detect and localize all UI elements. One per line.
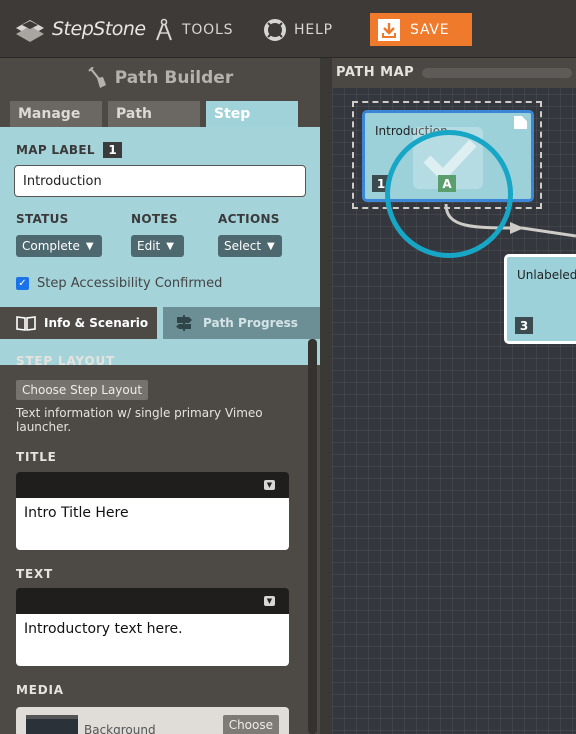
- notes-value: Edit: [137, 239, 161, 253]
- path-builder-header: Path Builder: [0, 58, 320, 98]
- compass-icon: [156, 18, 172, 41]
- media-thumbnail: [26, 715, 78, 734]
- notes-label: NOTES: [131, 212, 178, 226]
- status-label: STATUS: [16, 212, 69, 226]
- accessibility-checkbox[interactable]: ✓: [16, 277, 29, 290]
- toolbar-dropdown-icon[interactable]: ▼: [264, 480, 275, 490]
- tools-button[interactable]: TOOLS: [154, 14, 233, 46]
- path-map-canvas[interactable]: PATH MAP Introduction 1 A Unlabeled 3: [332, 58, 576, 734]
- path-node-unlabeled[interactable]: Unlabeled 3: [504, 254, 576, 344]
- panel-divider[interactable]: [320, 58, 332, 734]
- step-layout-description: Text information w/ single primary Vimeo…: [16, 406, 263, 434]
- signpost-icon: [176, 315, 192, 331]
- download-icon: [378, 18, 400, 41]
- node-number-badge: 3: [515, 317, 533, 334]
- actions-value: Select: [224, 239, 262, 253]
- media-item-name: Background: [84, 723, 156, 734]
- chevron-down-icon: ▼: [85, 240, 94, 252]
- map-label-text: MAP LABEL: [16, 143, 95, 157]
- save-label: SAVE: [410, 21, 450, 38]
- help-button[interactable]: HELP: [264, 14, 333, 46]
- stepstone-logo-icon: [16, 20, 44, 42]
- chevron-down-icon: ▼: [267, 240, 275, 252]
- tab-info-scenario-label: Info & Scenario: [44, 316, 149, 330]
- actions-label: ACTIONS: [218, 212, 280, 226]
- book-icon: [16, 316, 36, 331]
- tab-path-progress[interactable]: Path Progress: [163, 307, 320, 339]
- info-scenario-content: STEP LAYOUT Choose Step Layout Text info…: [0, 339, 320, 734]
- media-label: MEDIA: [16, 683, 64, 697]
- step-number-badge: 1: [103, 142, 122, 158]
- status-value: Complete: [22, 239, 80, 253]
- map-label-input[interactable]: Introduction: [14, 165, 306, 197]
- builder-tabs: Manage Path Step: [10, 101, 304, 127]
- toolbar-dropdown-icon[interactable]: ▼: [264, 596, 275, 606]
- choose-step-layout-button[interactable]: Choose Step Layout: [16, 380, 149, 400]
- text-label: TEXT: [16, 567, 54, 581]
- app-logo[interactable]: StepStone: [14, 14, 146, 44]
- accessibility-label: Step Accessibility Confirmed: [37, 276, 223, 291]
- logo-text: StepStone: [52, 18, 146, 40]
- node-name: Unlabeled: [517, 268, 576, 282]
- info-subtabs: Info & Scenario Path Progress: [0, 307, 320, 339]
- text-editor-body[interactable]: Introductory text here.: [16, 614, 289, 666]
- tab-path[interactable]: Path: [108, 101, 200, 127]
- save-button[interactable]: SAVE: [370, 13, 472, 46]
- tab-step[interactable]: Step: [206, 101, 298, 127]
- top-bar: StepStone TOOLS HELP SAVE: [0, 0, 576, 58]
- text-editor[interactable]: ▼ Introductory text here.: [16, 588, 289, 666]
- lifebuoy-icon: [264, 19, 286, 41]
- media-item: Background Choose: [16, 707, 289, 734]
- map-label-heading: MAP LABEL 1: [16, 142, 122, 158]
- title-label: TITLE: [16, 450, 57, 464]
- path-builder-panel: Path Builder Manage Path Step MAP LABEL …: [0, 58, 320, 734]
- editor-toolbar: ▼: [16, 588, 289, 614]
- shovel-icon: [88, 67, 106, 88]
- tab-path-progress-label: Path Progress: [203, 316, 298, 330]
- title-editor-body[interactable]: Intro Title Here: [16, 498, 289, 550]
- tools-label: TOOLS: [182, 22, 234, 38]
- choose-media-button[interactable]: Choose: [222, 715, 279, 734]
- path-builder-title: Path Builder: [114, 68, 234, 88]
- help-label: HELP: [294, 22, 333, 38]
- step-layout-label: STEP LAYOUT: [16, 354, 115, 368]
- tab-manage[interactable]: Manage: [10, 101, 102, 127]
- map-label-value: Introduction: [23, 173, 102, 189]
- page-corner-icon: [514, 116, 527, 129]
- focus-ring: [385, 130, 513, 258]
- actions-dropdown[interactable]: Select ▼: [218, 235, 282, 257]
- editor-toolbar: ▼: [16, 472, 289, 498]
- title-editor[interactable]: ▼ Intro Title Here: [16, 472, 289, 550]
- accessibility-row: ✓ Step Accessibility Confirmed: [16, 276, 222, 291]
- notes-dropdown[interactable]: Edit ▼: [131, 235, 184, 257]
- chevron-down-icon: ▼: [166, 240, 174, 252]
- tab-info-scenario[interactable]: Info & Scenario: [0, 307, 157, 339]
- sidebar-scrollbar[interactable]: [308, 339, 317, 734]
- status-dropdown[interactable]: Complete ▼: [16, 235, 102, 257]
